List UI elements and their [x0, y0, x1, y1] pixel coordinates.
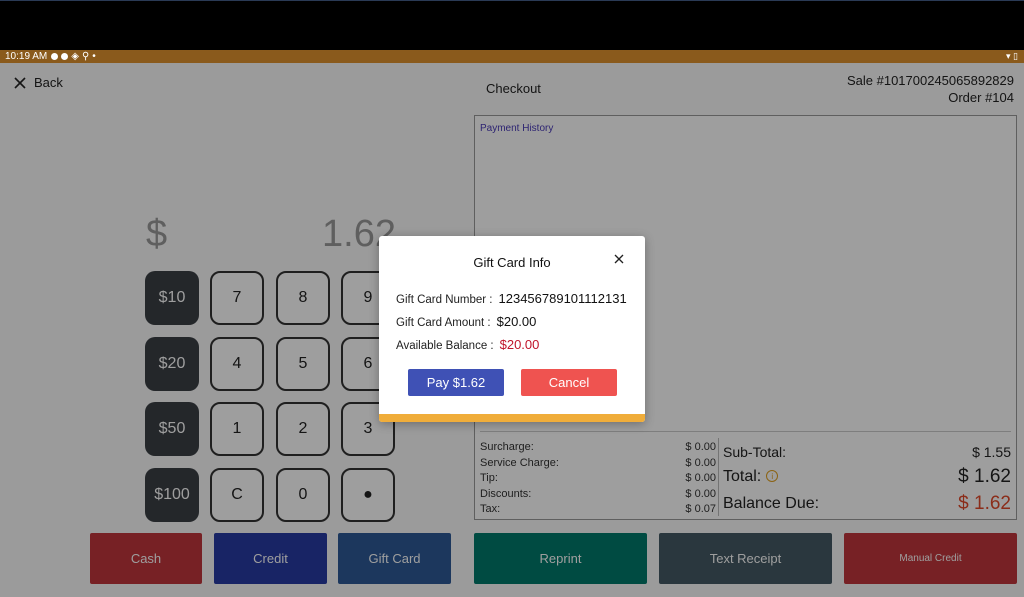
available-balance-value: $20.00	[499, 337, 540, 352]
gift-card-amount-row: Gift Card Amount : $20.00	[396, 314, 536, 329]
gift-card-info-dialog: Gift Card Info Gift Card Number : 123456…	[379, 236, 645, 422]
available-balance-label: Available Balance :	[396, 340, 494, 352]
location-pin-icon: ⚲	[81, 51, 90, 62]
dot-icon: •	[92, 51, 96, 62]
notification-icons: ◈ ⚲ •	[51, 51, 96, 62]
check-circle-icon	[61, 53, 69, 60]
pay-button[interactable]: Pay $1.62	[408, 369, 504, 396]
dialog-accent-bar	[379, 414, 645, 422]
top-black-band	[0, 0, 1024, 50]
dialog-title: Gift Card Info	[473, 255, 551, 270]
check-circle-icon	[51, 53, 59, 60]
checkout-screen: Back Checkout Sale #101700245065892829 O…	[0, 63, 1024, 597]
gift-card-number-value: 123456789101112131	[498, 291, 627, 306]
gift-card-amount-label: Gift Card Amount :	[396, 317, 491, 329]
cancel-button[interactable]: Cancel	[521, 369, 617, 396]
gift-card-amount-value: $20.00	[496, 314, 537, 329]
gift-card-number-row: Gift Card Number : 123456789101112131	[396, 291, 627, 306]
gift-card-number-label: Gift Card Number :	[396, 294, 493, 306]
status-time: 10:19 AM	[5, 51, 48, 62]
available-balance-row: Available Balance : $20.00	[396, 337, 539, 352]
layers-icon: ◈	[71, 51, 79, 62]
status-bar: 10:19 AM ◈ ⚲ • ▾ ▯	[0, 50, 1024, 63]
close-icon[interactable]	[613, 253, 625, 265]
wifi-battery-icon: ▾ ▯	[1006, 51, 1018, 61]
